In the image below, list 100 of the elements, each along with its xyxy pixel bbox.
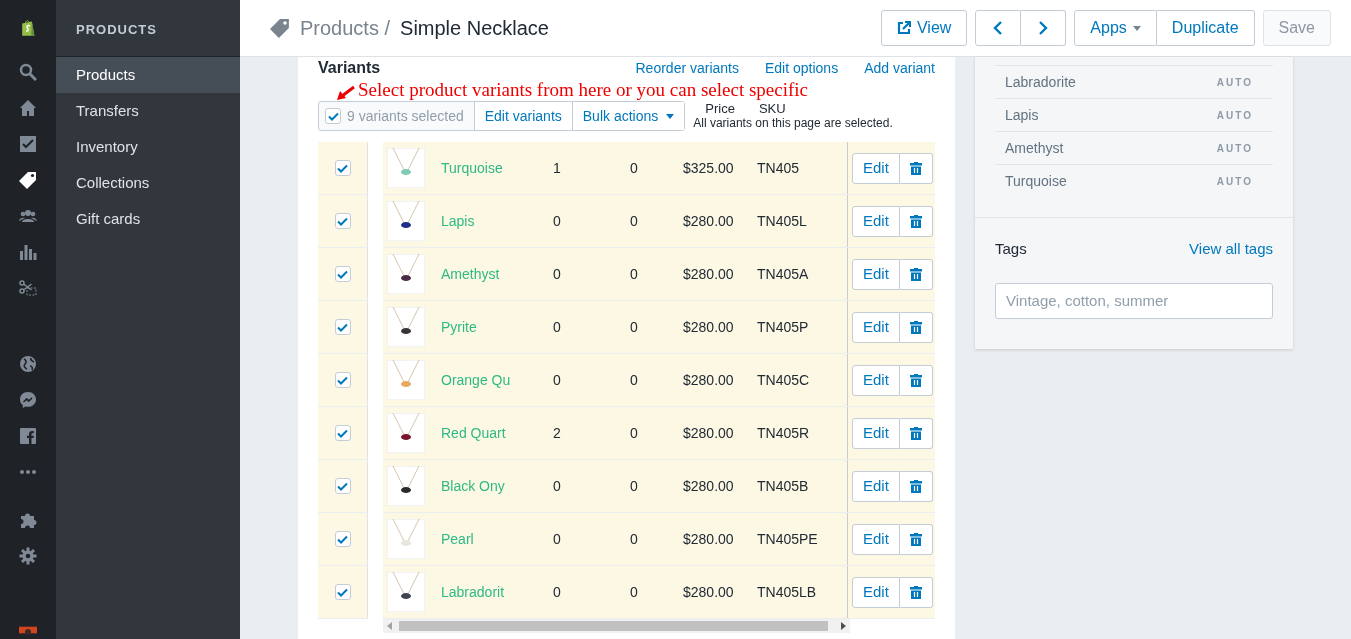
edit-button[interactable]: Edit [852, 152, 900, 184]
table-cell-text: $280.00 [683, 476, 735, 496]
table-cell-text: 0 [630, 529, 639, 549]
edit-variants-button[interactable]: Edit variants [473, 102, 572, 130]
delete-button[interactable] [899, 417, 933, 449]
table-cell-text: TN405 [757, 158, 801, 178]
checkbox-icon[interactable] [19, 135, 37, 153]
row-checkbox[interactable] [334, 266, 351, 282]
table-cell-text: 0 [553, 317, 562, 337]
arrow-right-icon[interactable] [840, 622, 846, 630]
arrow-icon [336, 85, 356, 101]
table-cell-text: TN405A [757, 264, 810, 284]
variant-link[interactable]: Red Quart [441, 422, 553, 444]
variant-link[interactable]: Pyrite [441, 316, 553, 338]
option-value: Labradorite [1005, 72, 1076, 92]
section-label: Tags [995, 239, 1027, 259]
delete-button[interactable] [899, 576, 933, 608]
facebook-icon[interactable] [19, 427, 37, 445]
edit-button[interactable]: Edit [852, 311, 900, 343]
settings-icon[interactable] [19, 547, 37, 565]
variant-link[interactable]: Labradorit [441, 581, 553, 603]
duplicate-button[interactable]: Duplicate [1156, 10, 1255, 46]
delete-button[interactable] [899, 258, 933, 290]
table-cell-text: TN405L [757, 211, 808, 231]
puzzle-icon[interactable] [19, 511, 37, 529]
next-button[interactable] [1021, 10, 1067, 46]
delete-button[interactable] [899, 205, 933, 237]
table-cell-text: 0 [630, 476, 639, 496]
tags-input[interactable]: Vintage, cotton, summer [995, 282, 1273, 319]
scrollbar-thumb[interactable] [399, 621, 828, 631]
table-cell-text: TN405P [757, 317, 810, 337]
option-value: Lapis [1005, 105, 1039, 125]
sidebar-item[interactable]: Inventory [56, 129, 240, 165]
edit-button[interactable]: Edit [852, 205, 900, 237]
select-all-checkbox[interactable] [325, 108, 341, 124]
column-header: Price [705, 102, 735, 116]
delete-button[interactable] [899, 311, 933, 343]
text-link[interactable]: Edit options [765, 57, 839, 79]
delete-button[interactable] [899, 523, 933, 555]
edit-button[interactable]: Edit [852, 470, 900, 502]
home-icon[interactable] [19, 99, 37, 117]
variant-link[interactable]: Pearl [441, 528, 553, 550]
table-cell-text: $325.00 [683, 158, 735, 178]
table-cell-text: TN405PE [757, 529, 819, 549]
delete-button[interactable] [899, 152, 933, 184]
trash-icon [909, 267, 922, 281]
apps-button[interactable]: Apps [1074, 10, 1157, 46]
tag-icon[interactable] [19, 171, 37, 189]
people-icon[interactable] [19, 207, 37, 225]
row-checkbox[interactable] [334, 319, 351, 335]
chevron-left-icon [993, 20, 1004, 36]
view-all-tags-link[interactable]: View all tags [1189, 238, 1273, 261]
table-cell-text: $280.00 [683, 529, 735, 549]
selection-count: 9 variants selected [347, 106, 464, 126]
bag-logo-icon[interactable] [19, 19, 37, 37]
breadcrumb-link[interactable]: Products / [300, 13, 391, 43]
horizontal-scrollbar[interactable] [383, 619, 850, 633]
view-button[interactable]: View [880, 10, 968, 46]
sidebar-item[interactable]: Collections [56, 165, 240, 201]
option-value: Turquoise [1005, 171, 1067, 191]
chat-icon[interactable] [19, 391, 37, 409]
variant-link[interactable]: Amethyst [441, 263, 553, 285]
row-checkbox[interactable] [334, 160, 351, 176]
trash-icon [909, 479, 922, 493]
variant-link[interactable]: Orange Qu [441, 369, 553, 391]
row-checkbox[interactable] [334, 213, 351, 229]
variant-link[interactable]: Turquoise [441, 157, 553, 179]
trash-icon [909, 373, 922, 387]
row-checkbox[interactable] [334, 531, 351, 547]
variant-link[interactable]: Lapis [441, 210, 553, 232]
delete-button[interactable] [899, 364, 933, 396]
text-link[interactable]: Add variant [864, 57, 935, 79]
sidebar-item[interactable]: Gift cards [56, 201, 240, 237]
text-link[interactable]: Reorder variants [635, 57, 739, 79]
sidebar-item[interactable]: Products [56, 57, 240, 93]
scissors-icon[interactable] [19, 279, 37, 297]
trash-icon [909, 532, 922, 546]
globe-icon[interactable] [19, 355, 37, 373]
table-cell-text: $280.00 [683, 582, 735, 602]
edit-button[interactable]: Edit [852, 417, 900, 449]
search-icon[interactable] [19, 63, 37, 81]
row-checkbox[interactable] [334, 478, 351, 494]
trash-icon [909, 214, 922, 228]
edit-button[interactable]: Edit [852, 364, 900, 396]
table-cell-text: 0 [553, 264, 562, 284]
trash-icon [909, 426, 922, 440]
bar-chart-icon[interactable] [19, 243, 37, 261]
row-checkbox[interactable] [334, 425, 351, 441]
edit-button[interactable]: Edit [852, 258, 900, 290]
caret-icon [666, 113, 675, 119]
edit-button[interactable]: Edit [852, 576, 900, 608]
annotation-text: Select product variants from here or you can select specific [358, 79, 808, 101]
table-cell-text: TN405B [757, 476, 810, 496]
variant-link[interactable]: Black Ony [441, 475, 553, 497]
row-checkbox[interactable] [334, 372, 351, 388]
delete-button[interactable] [899, 470, 933, 502]
sidebar-item[interactable]: Transfers [56, 93, 240, 129]
row-checkbox[interactable] [334, 584, 351, 600]
edit-button[interactable]: Edit [852, 523, 900, 555]
bulk-actions-button[interactable]: Bulk actions [571, 102, 685, 130]
